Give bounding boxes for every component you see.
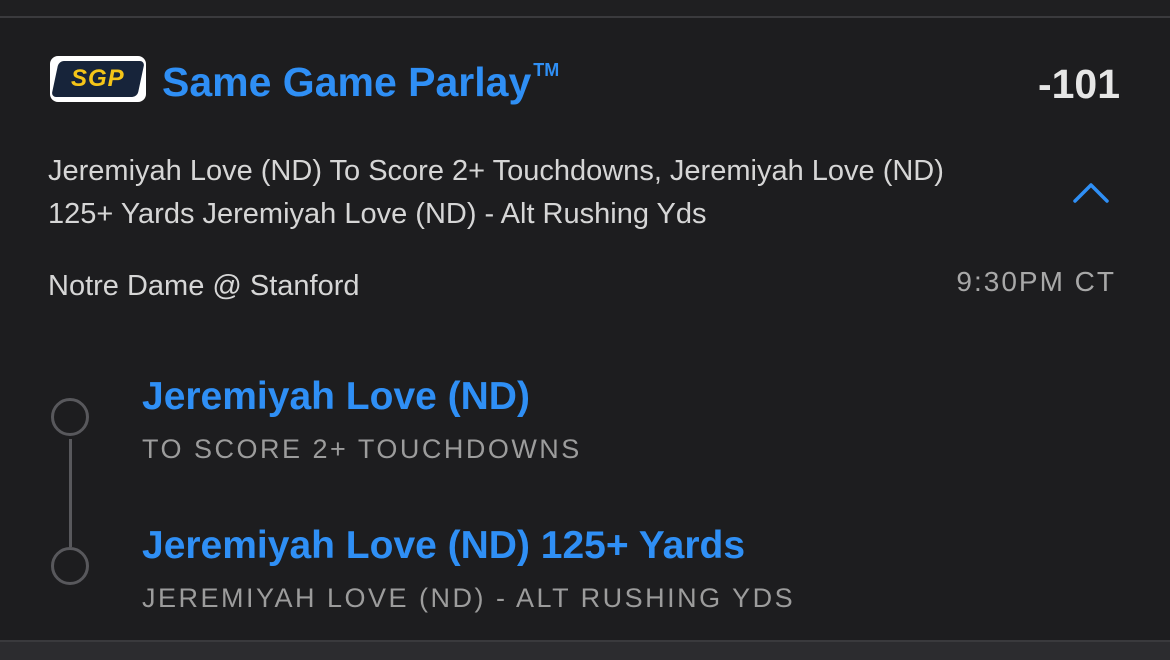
trademark-mark: TM [533, 60, 560, 80]
parlay-title: Same Game Parlay TM [162, 56, 559, 108]
timeline-connector [69, 439, 72, 547]
leg-1-market: TO SCORE 2+ TOUCHDOWNS [142, 434, 582, 464]
game-matchup[interactable]: Notre Dame @ Stanford [48, 266, 360, 306]
bottom-divider [0, 640, 1170, 660]
sgp-badge-inner: SGP [51, 61, 145, 97]
leg-1-title: Jeremiyah Love (ND) [142, 375, 530, 418]
sgp-badge: SGP [50, 56, 146, 102]
parlay-odds[interactable]: -101 [1038, 58, 1120, 110]
sgp-badge-text: SGP [71, 65, 125, 92]
chevron-up-icon[interactable] [1072, 180, 1110, 204]
leg-2-status-icon [51, 547, 89, 585]
top-divider [0, 0, 1170, 18]
game-time: 9:30PM CT [956, 266, 1116, 297]
leg-2-title: Jeremiyah Love (ND) 125+ Yards [142, 524, 746, 567]
legs-summary: Jeremiyah Love (ND) To Score 2+ Touchdow… [48, 155, 944, 230]
leg-2-market: JEREMIYAH LOVE (ND) - ALT RUSHING YDS [142, 583, 796, 613]
parlay-title-text: Same Game Parlay [162, 59, 532, 105]
leg-1-status-icon [51, 398, 89, 436]
